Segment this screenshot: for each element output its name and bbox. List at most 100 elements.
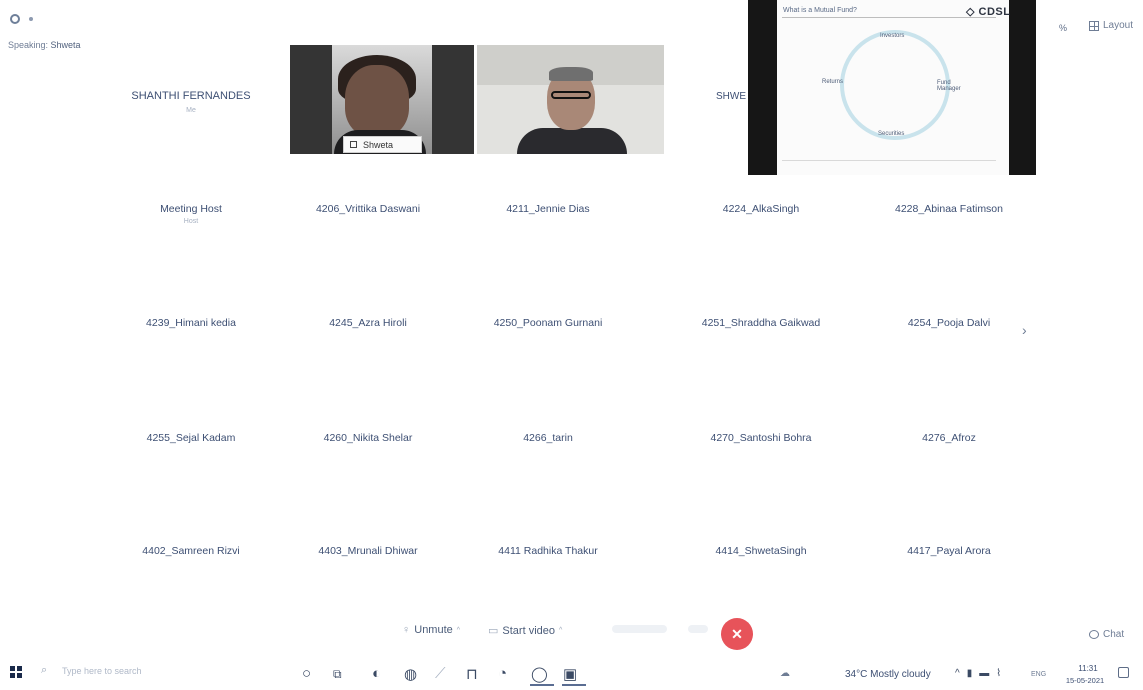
zoom-app-icon[interactable]: ▣ bbox=[563, 665, 577, 683]
video-off-icon: ▭ bbox=[488, 625, 499, 637]
chevron-up-icon[interactable]: ^ bbox=[955, 668, 960, 679]
participant-tile[interactable]: 4224_AlkaSingh bbox=[671, 203, 851, 215]
cortana-icon[interactable]: ○ bbox=[302, 665, 311, 682]
microphone-icon[interactable]: ▮ bbox=[967, 668, 973, 679]
start-video-button[interactable]: ▭ Start video ^ bbox=[488, 624, 562, 638]
active-app-indicator bbox=[530, 684, 554, 686]
participant-tile[interactable]: 4211_Jennie Dias bbox=[458, 203, 638, 215]
participant-tile[interactable]: 4228_Abinaa Fatimson bbox=[859, 203, 1039, 215]
participant-name: SHANTHI FERNANDES bbox=[131, 90, 251, 102]
participant-name: 4228_Abinaa Fatimson bbox=[895, 203, 1003, 215]
participant-name: 4254_Pooja Dalvi bbox=[907, 317, 991, 329]
grid-icon bbox=[1089, 20, 1099, 31]
active-app-indicator bbox=[562, 684, 586, 686]
connection-icon[interactable] bbox=[10, 14, 20, 24]
speaking-prefix: Speaking: bbox=[8, 40, 49, 50]
cycle-diagram-icon bbox=[840, 30, 950, 140]
start-video-label: Start video bbox=[502, 624, 555, 637]
video-name-text: Shweta bbox=[363, 139, 394, 150]
video-tile-participant[interactable] bbox=[477, 45, 664, 154]
participant-name: 4224_AlkaSingh bbox=[722, 203, 800, 215]
participant-tile[interactable]: 4239_Himani kedia bbox=[101, 317, 281, 329]
browser-icon[interactable]: ◯ bbox=[531, 665, 548, 683]
edge-icon[interactable]: ◐ bbox=[372, 665, 381, 682]
participant-tile[interactable]: 4417_Payal Arora bbox=[859, 545, 1039, 557]
participant-name: 4260_Nikita Shelar bbox=[323, 432, 413, 444]
slide-footer-divider bbox=[782, 160, 996, 161]
windows-start-icon[interactable] bbox=[10, 666, 22, 678]
participant-tile[interactable]: 4266_tarin bbox=[458, 432, 638, 444]
slide-label-top: Investors bbox=[880, 33, 905, 39]
participant-tile[interactable]: 4402_Samreen Rizvi bbox=[101, 545, 281, 557]
mic-muted-icon: ♀ bbox=[402, 624, 411, 636]
slide-divider bbox=[782, 17, 996, 18]
app-icon[interactable]: ◍ bbox=[404, 665, 417, 683]
participant-tile[interactable]: 4251_Shraddha Gaikwad bbox=[671, 317, 851, 329]
clock-time[interactable]: 11:31 bbox=[1070, 664, 1106, 673]
taskbar-search-input[interactable]: Type here to search bbox=[62, 666, 142, 676]
participant-name: 4251_Shraddha Gaikwad bbox=[701, 317, 821, 329]
dropdown-indicator-icon[interactable] bbox=[29, 17, 33, 21]
more-options-button[interactable] bbox=[688, 625, 708, 633]
participant-name: 4411 Radhika Thakur bbox=[498, 545, 598, 557]
layout-label: Layout bbox=[1103, 20, 1134, 31]
task-view-icon[interactable]: ⧉ bbox=[333, 667, 342, 682]
participant-tile[interactable]: 4403_Mrunali Dhiwar bbox=[278, 545, 458, 557]
participant-name: 4245_Azra Hiroli bbox=[329, 317, 407, 329]
participant-name: 4417_Payal Arora bbox=[907, 545, 991, 557]
store-icon[interactable]: ⊓ bbox=[466, 665, 478, 683]
network-icon[interactable]: ⌇ bbox=[996, 668, 1001, 679]
unmute-label: Unmute bbox=[414, 624, 453, 636]
participant-tile[interactable]: 4245_Azra Hiroli bbox=[278, 317, 458, 329]
participant-body bbox=[517, 128, 627, 154]
weather-widget-icon[interactable]: ☁ bbox=[780, 668, 790, 679]
chat-label: Chat bbox=[1103, 629, 1125, 640]
participant-tile[interactable]: 4270_Santoshi Bohra bbox=[671, 432, 851, 444]
participant-tile[interactable]: 4414_ShwetaSingh bbox=[671, 545, 851, 557]
participant-tile[interactable]: 4255_Sejal Kadam bbox=[101, 432, 281, 444]
participant-subtitle: Me bbox=[186, 107, 196, 114]
pen-app-icon[interactable]: ⟋ bbox=[435, 665, 446, 682]
clock-date[interactable]: 15-05-2021 bbox=[1060, 676, 1110, 685]
participant-tile[interactable]: 4206_Vrittika Daswani bbox=[278, 203, 458, 215]
slide-label-bottom: Securities bbox=[878, 131, 905, 137]
participant-tile[interactable]: 4254_Pooja Dalvi bbox=[859, 317, 1039, 329]
participant-tile-host[interactable]: SHANTHI FERNANDES Me bbox=[101, 90, 281, 114]
slide-title: What is a Mutual Fund? bbox=[783, 7, 857, 14]
system-tray[interactable]: ^ ▮ ▬ ⌇ bbox=[955, 668, 1001, 679]
participant-tile[interactable]: 4411 Radhika Thakur bbox=[458, 545, 638, 557]
participant-name: 4206_Vrittika Daswani bbox=[315, 203, 421, 215]
participant-tile[interactable]: Meeting Host Host bbox=[101, 203, 281, 225]
participant-name: 4414_ShwetaSingh bbox=[715, 545, 807, 557]
slide-label-right: Fund Manager bbox=[937, 80, 961, 92]
participant-tile[interactable]: 4276_Afroz bbox=[859, 432, 1039, 444]
participant-name: 4270_Santoshi Bohra bbox=[710, 432, 812, 444]
presenter-name-partial: SHWE bbox=[716, 91, 746, 102]
share-screen-button[interactable] bbox=[612, 625, 667, 633]
participant-name: 4211_Jennie Dias bbox=[506, 203, 590, 215]
percent-icon[interactable]: % bbox=[1059, 23, 1067, 33]
chevron-up-icon[interactable]: ^ bbox=[457, 627, 460, 634]
mic-icon bbox=[350, 141, 357, 148]
weather-text[interactable]: 34°C Mostly cloudy bbox=[845, 669, 931, 680]
participant-name: 4255_Sejal Kadam bbox=[146, 432, 236, 444]
participant-hair bbox=[549, 67, 593, 81]
chevron-up-icon[interactable]: ^ bbox=[559, 627, 562, 634]
notification-icon[interactable] bbox=[1118, 667, 1129, 678]
leave-meeting-button[interactable]: ✕ bbox=[721, 618, 753, 650]
participant-tile[interactable]: 4250_Poonam Gurnani bbox=[458, 317, 638, 329]
video-name-label: Shweta bbox=[343, 136, 422, 153]
participant-name: 4402_Samreen Rizvi bbox=[142, 545, 240, 557]
chat-button[interactable]: Chat bbox=[1089, 629, 1124, 640]
search-icon[interactable]: ⌕ bbox=[41, 664, 47, 677]
battery-icon[interactable]: ▬ bbox=[979, 668, 989, 679]
participant-tile[interactable]: 4260_Nikita Shelar bbox=[278, 432, 458, 444]
language-indicator[interactable]: ENG bbox=[1031, 671, 1046, 678]
unmute-button[interactable]: ♀ Unmute ^ bbox=[402, 624, 460, 636]
participant-face bbox=[345, 65, 409, 137]
participant-name: 4239_Himani kedia bbox=[146, 317, 236, 329]
participant-name: 4250_Poonam Gurnani bbox=[493, 317, 603, 329]
next-page-chevron-icon[interactable]: › bbox=[1022, 322, 1027, 338]
layout-button[interactable]: Layout bbox=[1089, 20, 1133, 31]
chrome-icon[interactable]: ◔ bbox=[498, 665, 507, 682]
